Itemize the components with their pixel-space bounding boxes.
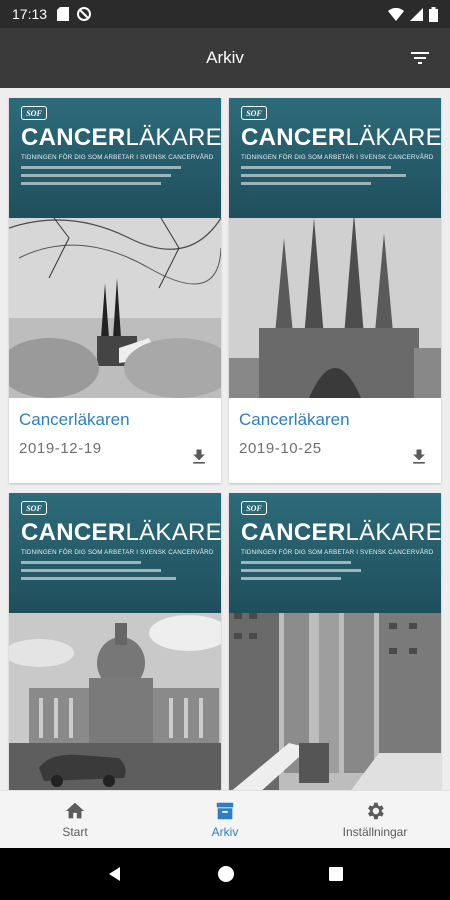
gear-icon [368, 802, 384, 820]
bottom-navigation: Start Arkiv Inställningar [0, 790, 450, 848]
cover-photo-cathedral [229, 198, 441, 398]
cover-masthead: CANCERLÄKAREN [21, 519, 221, 546]
nav-label-arkiv: Arkiv [211, 825, 239, 839]
system-navigation-bar [0, 848, 450, 900]
cover-masthead: CANCERLÄKAREN [241, 124, 441, 151]
issue-card[interactable]: SOF CANCERLÄKAREN TIDNINGEN FÖR DIG SOM … [9, 493, 221, 790]
cover-headlines [21, 561, 191, 585]
publisher-logo: SOF [21, 106, 47, 120]
archive-list[interactable]: SOF CANCERLÄKAREN TIDNINGEN FÖR DIG SOM … [0, 88, 450, 790]
cover-tagline: TIDNINGEN FÖR DIG SOM ARBETAR I SVENSK C… [241, 154, 434, 161]
issue-cover[interactable]: SOF CANCERLÄKAREN TIDNINGEN FÖR DIG SOM … [9, 493, 221, 790]
home-button-icon[interactable] [217, 865, 235, 883]
do-not-disturb-icon [77, 7, 92, 21]
cover-masthead: CANCERLÄKAREN [241, 519, 441, 546]
cover-photo-capitol [9, 593, 221, 790]
nav-item-arkiv[interactable]: Arkiv [150, 791, 300, 848]
download-icon[interactable] [189, 447, 209, 467]
cover-headlines [241, 561, 411, 585]
wifi-icon [388, 7, 404, 21]
cover-photo-winter-church [9, 198, 221, 398]
cover-tagline: TIDNINGEN FÖR DIG SOM ARBETAR I SVENSK C… [21, 154, 214, 161]
cover-tagline: TIDNINGEN FÖR DIG SOM ARBETAR I SVENSK C… [21, 549, 214, 556]
filter-icon[interactable] [408, 46, 432, 70]
cover-headlines [241, 166, 411, 190]
publisher-logo: SOF [241, 501, 267, 515]
nav-item-start[interactable]: Start [0, 791, 150, 848]
sd-card-icon [57, 7, 70, 21]
issue-card[interactable]: SOF CANCERLÄKAREN TIDNINGEN FÖR DIG SOM … [9, 98, 221, 483]
home-icon [65, 802, 85, 819]
publisher-logo: SOF [21, 501, 47, 515]
page-title: Arkiv [206, 48, 244, 67]
app-bar: Arkiv [0, 28, 450, 88]
cover-masthead: CANCERLÄKAREN [21, 124, 221, 151]
issue-card[interactable]: SOF CANCERLÄKAREN TIDNINGEN FÖR DIG SOM … [229, 98, 441, 483]
cover-photo-city [229, 593, 441, 790]
battery-icon [429, 6, 438, 22]
issue-date: 2019-12-19 [19, 440, 102, 457]
nav-item-installningar[interactable]: Inställningar [300, 791, 450, 848]
cover-tagline: TIDNINGEN FÖR DIG SOM ARBETAR I SVENSK C… [241, 549, 434, 556]
publisher-logo: SOF [241, 106, 267, 120]
issue-cover[interactable]: SOF CANCERLÄKAREN TIDNINGEN FÖR DIG SOM … [229, 493, 441, 790]
status-bar: 17:13 [0, 0, 450, 28]
nav-label-installningar: Inställningar [342, 825, 408, 839]
cover-headlines [21, 166, 191, 190]
back-icon[interactable] [106, 865, 124, 883]
archive-icon [216, 802, 234, 820]
issue-cover[interactable]: SOF CANCERLÄKAREN TIDNINGEN FÖR DIG SOM … [9, 98, 221, 398]
nav-label-start: Start [62, 825, 88, 839]
recents-icon[interactable] [328, 866, 344, 882]
status-time: 17:13 [12, 6, 48, 22]
download-icon[interactable] [409, 447, 429, 467]
issue-cover[interactable]: SOF CANCERLÄKAREN TIDNINGEN FÖR DIG SOM … [229, 98, 441, 398]
issue-card[interactable]: SOF CANCERLÄKAREN TIDNINGEN FÖR DIG SOM … [229, 493, 441, 790]
issue-title[interactable]: Cancerläkaren [239, 410, 431, 430]
issue-title[interactable]: Cancerläkaren [19, 410, 211, 430]
signal-icon [410, 7, 423, 21]
issue-date: 2019-10-25 [239, 440, 322, 457]
